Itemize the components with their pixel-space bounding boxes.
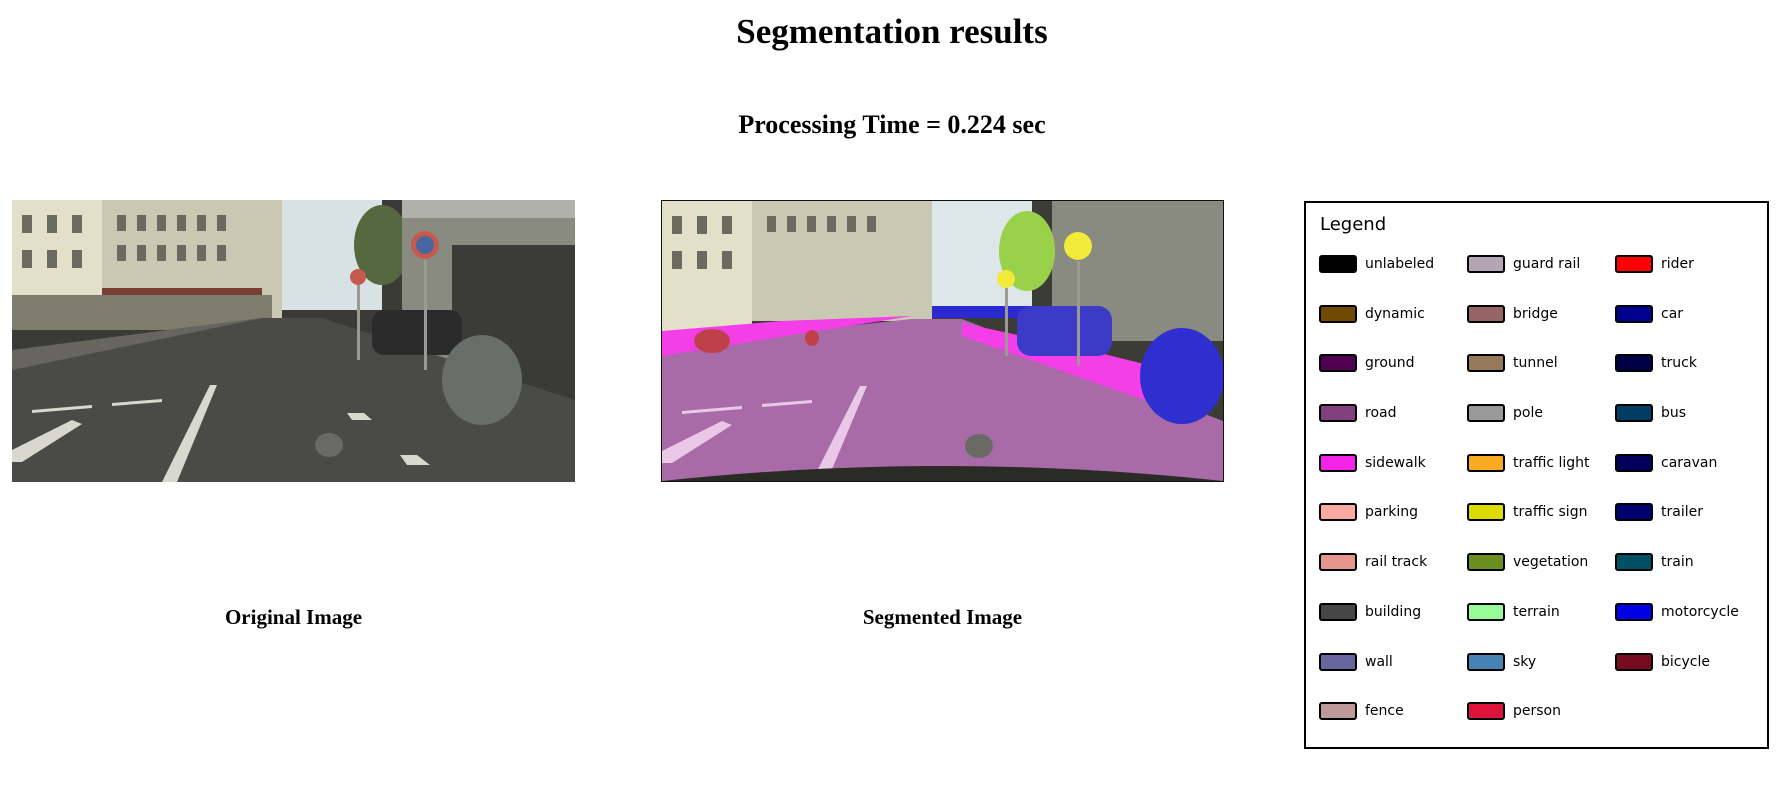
segmented-image bbox=[661, 200, 1224, 482]
legend-item: dynamic bbox=[1319, 304, 1467, 324]
legend-swatch bbox=[1319, 503, 1357, 522]
legend-label: bicycle bbox=[1661, 653, 1710, 670]
legend-item: traffic light bbox=[1467, 453, 1615, 473]
segmented-image-caption: Segmented Image bbox=[862, 605, 1023, 629]
legend-item: caravan bbox=[1615, 453, 1765, 473]
legend-item: traffic sign bbox=[1467, 502, 1615, 522]
legend-label: ground bbox=[1365, 355, 1415, 372]
legend-swatch bbox=[1319, 404, 1357, 423]
legend-label: tunnel bbox=[1513, 355, 1558, 372]
legend-swatch bbox=[1319, 652, 1357, 671]
legend-label: motorcycle bbox=[1661, 603, 1739, 620]
legend-swatch bbox=[1615, 453, 1653, 472]
legend-label: wall bbox=[1365, 653, 1393, 670]
legend-label: trailer bbox=[1661, 504, 1703, 521]
legend-swatch bbox=[1467, 354, 1505, 373]
legend-swatch bbox=[1319, 553, 1357, 572]
legend-label: guard rail bbox=[1513, 256, 1581, 272]
legend-swatch bbox=[1615, 404, 1653, 423]
legend-label: parking bbox=[1365, 504, 1418, 521]
legend-item: unlabeled bbox=[1319, 254, 1467, 274]
legend-item: wall bbox=[1319, 652, 1467, 672]
legend-swatch bbox=[1615, 354, 1653, 373]
legend-item: terrain bbox=[1467, 602, 1615, 622]
legend-item: vegetation bbox=[1467, 552, 1615, 572]
legend-item: rider bbox=[1615, 254, 1765, 274]
legend-label: caravan bbox=[1661, 454, 1718, 471]
legend-label: train bbox=[1661, 554, 1694, 571]
legend-label: dynamic bbox=[1365, 305, 1425, 322]
processing-time: Processing Time = 0.224 sec bbox=[738, 110, 1046, 139]
legend-swatch bbox=[1467, 304, 1505, 323]
legend-item: motorcycle bbox=[1615, 602, 1765, 622]
legend-swatch bbox=[1467, 702, 1505, 721]
legend-item: fence bbox=[1319, 701, 1467, 721]
legend-swatch bbox=[1467, 404, 1505, 423]
legend-swatch bbox=[1615, 602, 1653, 621]
legend-item: truck bbox=[1615, 353, 1765, 373]
legend-label: truck bbox=[1661, 355, 1697, 372]
legend-item: ground bbox=[1319, 353, 1467, 373]
legend-swatch bbox=[1319, 255, 1357, 273]
legend-label: traffic light bbox=[1513, 454, 1590, 471]
legend-item: parking bbox=[1319, 502, 1467, 522]
page-title: Segmentation results bbox=[736, 12, 1048, 51]
legend-label: terrain bbox=[1513, 603, 1560, 620]
legend-label: rail track bbox=[1365, 554, 1428, 571]
legend-item: sidewalk bbox=[1319, 453, 1467, 473]
legend-swatch bbox=[1467, 602, 1505, 621]
legend-label: traffic sign bbox=[1513, 504, 1588, 521]
legend-label: person bbox=[1513, 703, 1561, 720]
legend-swatch bbox=[1319, 602, 1357, 621]
legend-title: Legend bbox=[1320, 214, 1387, 235]
legend-swatch bbox=[1467, 652, 1505, 671]
legend-label: unlabeled bbox=[1365, 256, 1435, 272]
legend-item: train bbox=[1615, 552, 1765, 572]
legend-label: pole bbox=[1513, 405, 1543, 422]
legend-item: rail track bbox=[1319, 552, 1467, 572]
legend-label: sidewalk bbox=[1365, 454, 1426, 471]
legend-label: bus bbox=[1661, 405, 1687, 422]
legend-label: vegetation bbox=[1513, 554, 1589, 571]
legend-swatch bbox=[1467, 503, 1505, 522]
legend-swatch bbox=[1467, 553, 1505, 572]
legend-swatch bbox=[1319, 453, 1357, 472]
legend-item: person bbox=[1467, 701, 1615, 721]
legend-label: fence bbox=[1365, 703, 1404, 720]
legend-item: sky bbox=[1467, 652, 1615, 672]
legend-item: tunnel bbox=[1467, 353, 1615, 373]
legend-swatch bbox=[1319, 304, 1357, 323]
legend-swatch bbox=[1615, 304, 1653, 323]
legend-swatch bbox=[1319, 702, 1357, 721]
legend-label: car bbox=[1661, 305, 1684, 322]
legend-item: bridge bbox=[1467, 304, 1615, 324]
legend-item: pole bbox=[1467, 403, 1615, 423]
legend-label: bridge bbox=[1513, 305, 1558, 322]
legend-item: building bbox=[1319, 602, 1467, 622]
legend-label: building bbox=[1365, 603, 1422, 620]
legend-swatch bbox=[1615, 652, 1653, 671]
legend-item: road bbox=[1319, 403, 1467, 423]
legend-item: trailer bbox=[1615, 502, 1765, 522]
legend-item: bus bbox=[1615, 403, 1765, 423]
legend-item: bicycle bbox=[1615, 652, 1765, 672]
legend-label: sky bbox=[1513, 653, 1537, 670]
legend-swatch bbox=[1615, 255, 1653, 273]
legend-label: road bbox=[1365, 405, 1397, 422]
legend-swatch bbox=[1615, 553, 1653, 572]
legend-item: guard rail bbox=[1467, 254, 1615, 274]
original-image-caption: Original Image bbox=[224, 605, 363, 629]
legend-item: car bbox=[1615, 304, 1765, 324]
legend-swatch bbox=[1615, 503, 1653, 522]
legend-grid: unlabeled guard rail rider dynamic bridge car… bbox=[1319, 254, 1765, 751]
legend-swatch bbox=[1319, 354, 1357, 373]
legend: Legend unlabeled guard rail rider dynamic br… bbox=[1304, 201, 1769, 749]
legend-label: rider bbox=[1661, 256, 1694, 272]
original-image bbox=[12, 200, 575, 482]
legend-swatch bbox=[1467, 255, 1505, 273]
legend-swatch bbox=[1467, 453, 1505, 472]
